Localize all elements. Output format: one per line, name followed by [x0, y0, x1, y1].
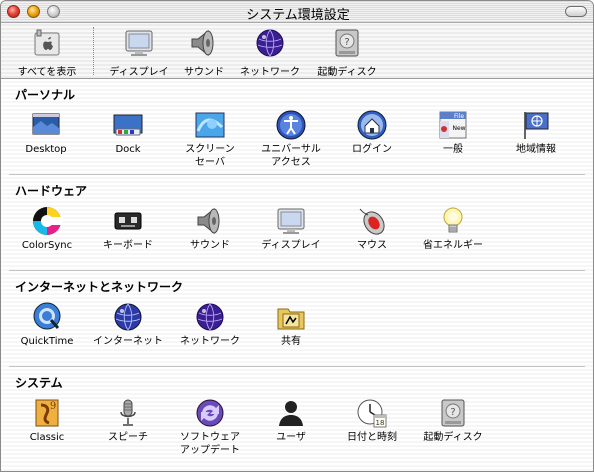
pref-pane-label: QuickTime: [20, 336, 74, 347]
mouse-icon: [356, 205, 388, 237]
pref-pane-label: ネットワーク: [180, 336, 240, 347]
pref-pane-hardware-0[interactable]: ColorSync: [7, 205, 87, 261]
pref-pane-label: ユニバーサル アクセス: [261, 144, 321, 168]
pref-pane-label: マウス: [357, 240, 387, 251]
pref-pane-label: インターネット: [93, 336, 163, 347]
pref-pane-label: 省エネルギー: [423, 240, 483, 251]
pref-pane-personal-6[interactable]: 地域情報: [496, 109, 576, 165]
pref-pane-hardware-1[interactable]: キーボード: [88, 205, 168, 261]
display-icon: [275, 205, 307, 237]
international-flag-icon: [520, 109, 552, 141]
toolbar: すべてを表示 ディスプレイ サウンド ネットワーク ? 起動ディスク: [1, 23, 593, 79]
svg-text:18: 18: [376, 419, 385, 427]
keyboard-icon: [112, 205, 144, 237]
hard-disk-icon: ?: [331, 27, 363, 59]
pref-pane-personal-1[interactable]: Dock: [88, 109, 168, 165]
pref-pane-label: ColorSync: [21, 240, 73, 251]
energy-bulb-icon: [437, 205, 469, 237]
section-title-internet: インターネットとネットワーク: [15, 280, 184, 294]
pref-pane-internet-3[interactable]: 共有: [251, 301, 331, 357]
section-divider: [9, 270, 585, 272]
section-title-system: システム: [15, 376, 63, 390]
svg-text:?: ?: [450, 407, 455, 418]
speaker-icon: [188, 27, 220, 59]
pref-pane-label: ユーザ: [276, 432, 306, 443]
toolbar-startup-disk-label: 起動ディスク: [317, 67, 377, 78]
title-bar[interactable]: システム環境設定: [1, 1, 593, 23]
pref-pane-hardware-3[interactable]: ディスプレイ: [251, 205, 331, 261]
pref-pane-system-4[interactable]: 18 日付と時刻: [332, 397, 412, 453]
section-title-personal: パーソナル: [15, 88, 76, 102]
pref-pane-system-3[interactable]: ユーザ: [251, 397, 331, 453]
pref-pane-label: キーボード: [103, 240, 153, 251]
show-all-button[interactable]: すべてを表示: [7, 27, 87, 78]
pref-pane-hardware-2[interactable]: サウンド: [170, 205, 250, 261]
internet-globe-icon: [112, 301, 144, 333]
svg-text:File: File: [454, 113, 464, 120]
section-divider: [9, 366, 585, 368]
microphone-icon: [112, 397, 144, 429]
apple-switch-icon: [31, 27, 63, 59]
toolbar-toggle-button[interactable]: [565, 6, 587, 17]
universal-access-icon: [275, 109, 307, 141]
login-house-icon: [356, 109, 388, 141]
pref-pane-label: 起動ディスク: [423, 432, 483, 443]
pref-pane-label: 一般: [443, 144, 463, 155]
screensaver-icon: [194, 109, 226, 141]
network-globe-icon: [254, 27, 286, 59]
window-title: システム環境設定: [246, 8, 350, 23]
pref-pane-system-5[interactable]: ? 起動ディスク: [413, 397, 493, 453]
toolbar-network-button[interactable]: ネットワーク: [230, 27, 310, 78]
pref-pane-personal-2[interactable]: スクリーン セーバ: [170, 109, 250, 168]
pref-pane-internet-0[interactable]: QuickTime: [7, 301, 87, 357]
pref-pane-personal-0[interactable]: Desktop: [6, 109, 86, 165]
pref-pane-label: ソフトウェア アップデート: [180, 432, 240, 456]
quicktime-icon: [31, 301, 63, 333]
pref-pane-internet-1[interactable]: インターネット: [88, 301, 168, 357]
pref-pane-system-2[interactable]: ソフトウェア アップデート: [170, 397, 250, 456]
dock-icon: [112, 109, 144, 141]
pref-pane-label: 日付と時刻: [347, 432, 397, 443]
toolbar-network-label: ネットワーク: [240, 67, 300, 78]
speaker-icon: [194, 205, 226, 237]
colorsync-icon: [31, 205, 63, 237]
pref-pane-personal-3[interactable]: ユニバーサル アクセス: [251, 109, 331, 168]
pref-pane-label: Classic: [29, 432, 65, 443]
hard-disk-icon: ?: [437, 397, 469, 429]
user-silhouette-icon: [275, 397, 307, 429]
pref-pane-label: スクリーン セーバ: [185, 144, 235, 168]
pref-pane-label: ディスプレイ: [261, 240, 321, 251]
toolbar-startup-disk-button[interactable]: ? 起動ディスク: [307, 27, 387, 78]
pref-pane-label: サウンド: [190, 240, 230, 251]
sharing-folder-icon: [275, 301, 307, 333]
pref-pane-label: ログイン: [352, 144, 392, 155]
svg-text:New: New: [452, 125, 465, 132]
pref-pane-hardware-5[interactable]: 省エネルギー: [413, 205, 493, 261]
system-preferences-window: システム環境設定 すべてを表示 ディスプレイ サウンド ネットワーク ? 起動デ…: [0, 0, 594, 472]
show-all-label: すべてを表示: [17, 67, 77, 78]
pref-pane-system-0[interactable]: 9 Classic: [7, 397, 87, 453]
display-icon: [123, 27, 155, 59]
pref-pane-personal-5[interactable]: File New 一般: [413, 109, 493, 165]
pref-pane-system-1[interactable]: スピーチ: [88, 397, 168, 453]
clock-calendar-icon: 18: [356, 397, 388, 429]
pref-pane-label: Desktop: [25, 144, 67, 155]
pref-pane-label: 共有: [281, 336, 301, 347]
toolbar-separator: [93, 27, 94, 75]
section-title-hardware: ハードウェア: [15, 184, 88, 198]
pref-pane-personal-4[interactable]: ログイン: [332, 109, 412, 165]
classic-icon: 9: [31, 397, 63, 429]
pref-pane-label: Dock: [115, 144, 141, 155]
pref-pane-label: 地域情報: [516, 144, 556, 155]
pref-pane-internet-2[interactable]: ネットワーク: [170, 301, 250, 357]
network-globe-icon: [194, 301, 226, 333]
pref-pane-hardware-4[interactable]: マウス: [332, 205, 412, 261]
pref-pane-label: スピーチ: [108, 432, 148, 443]
section-divider: [9, 174, 585, 176]
svg-text:?: ?: [344, 37, 349, 48]
desktop-icon: [30, 109, 62, 141]
general-file-icon: File New: [437, 109, 469, 141]
software-update-icon: [194, 397, 226, 429]
svg-text:9: 9: [50, 401, 56, 412]
